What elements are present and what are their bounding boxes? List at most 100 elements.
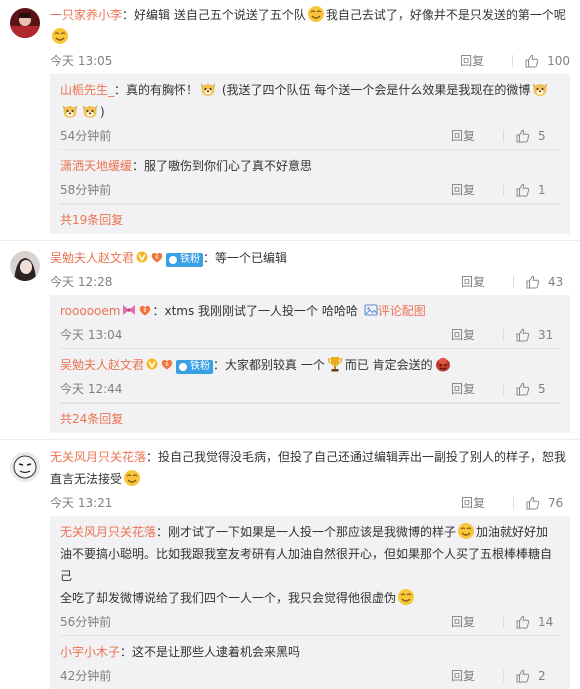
comment-image-label: 评论配图: [377, 304, 426, 318]
reply-text-part: 真的有胸怀！: [126, 83, 199, 97]
username[interactable]: 吴勉夫人赵文君: [60, 358, 144, 372]
bow-badge-icon: [122, 303, 136, 317]
username[interactable]: 潇洒天地缓缓: [60, 159, 132, 173]
avatar[interactable]: [10, 251, 40, 281]
username[interactable]: roooooem: [60, 304, 120, 318]
reply-list: roooooem ：xtms 我刚刚试了一人投一个 哈哈哈 评论配图 今天 13:…: [50, 295, 570, 433]
comment-meta: 今天 13:21 回复 76: [50, 490, 570, 516]
reply-button[interactable]: 回复: [451, 663, 503, 689]
divider: [513, 276, 514, 288]
reply-time: 今天 13:04: [60, 328, 123, 342]
like-count: 5: [538, 382, 546, 396]
reply-button[interactable]: 回复: [460, 48, 512, 74]
like-button[interactable]: 43: [526, 269, 570, 295]
comment-text: 吴勉夫人赵文君 铁粉 ：等一个已编辑: [50, 247, 570, 269]
divider: [503, 616, 504, 628]
divider: [503, 130, 504, 142]
level-heart-icon: [138, 303, 152, 317]
smile-emoji-icon: [457, 522, 475, 540]
avatar[interactable]: [10, 8, 40, 38]
comment-image-link[interactable]: 评论配图: [362, 304, 426, 318]
reply-text-part: 加油就好好加: [476, 525, 549, 539]
reply-item: 吴勉夫人赵文君 铁粉 ：大家都别较真 一个 而已 肯定会送的 今天 12:44 回复 …: [60, 349, 560, 403]
thumb-up-icon: [516, 382, 530, 396]
reply-actions: 回复 5: [451, 376, 560, 402]
username[interactable]: 无关风月只关花落: [60, 525, 156, 539]
colon: ：: [132, 159, 145, 173]
reply-text: 潇洒天地缓缓：服了嗷伤到你们心了真不好意思: [60, 155, 560, 177]
reply-meta: 54分钟前 回复 5: [60, 123, 560, 149]
reply-button[interactable]: 回复: [461, 269, 513, 295]
like-count: 2: [538, 669, 546, 683]
reply-item: roooooem ：xtms 我刚刚试了一人投一个 哈哈哈 评论配图 今天 13:…: [60, 295, 560, 349]
like-button[interactable]: 1: [516, 177, 560, 203]
smile-emoji-icon: [397, 588, 415, 606]
comment-text-line: [50, 26, 570, 48]
reply-text-part: 这不是让那些人逮着机会来黑吗: [132, 645, 301, 659]
like-button[interactable]: 31: [516, 322, 560, 348]
colon: ：: [213, 358, 226, 372]
like-button[interactable]: 14: [516, 609, 560, 635]
reply-meta: 56分钟前 回复 14: [60, 609, 560, 635]
reply-actions: 回复 1: [451, 177, 560, 203]
reply-meta: 今天 12:44 回复 5: [60, 376, 560, 402]
username[interactable]: 吴勉夫人赵文君: [50, 251, 134, 265]
comment-time: 今天 12:28: [50, 275, 113, 289]
like-button[interactable]: 2: [516, 663, 560, 689]
divider: [503, 184, 504, 196]
reply-actions: 回复 2: [451, 663, 560, 689]
reply-text: 无关风月只关花落：刚才试了一下如果是一人投一个那应该是我微博的样子 加油就好好加: [60, 521, 560, 543]
like-button[interactable]: 5: [516, 376, 560, 402]
reply-button[interactable]: 回复: [451, 177, 503, 203]
more-replies-link[interactable]: 共24条回复: [60, 403, 560, 433]
reply-button[interactable]: 回复: [451, 376, 503, 402]
reply-text: 吴勉夫人赵文君 铁粉 ：大家都别较真 一个 而已 肯定会送的: [60, 354, 560, 376]
thumb-up-icon: [526, 275, 540, 289]
reply-item: 无关风月只关花落：刚才试了一下如果是一人投一个那应该是我微博的样子 加油就好好加 …: [60, 516, 560, 636]
username[interactable]: 山栀先生_: [60, 83, 114, 97]
comment-item: 吴勉夫人赵文君 铁粉 ：等一个已编辑 今天 12:28 回复 43 roooooem…: [0, 241, 580, 440]
thumb-up-icon: [516, 183, 530, 197]
reply-actions: 回复 31: [451, 322, 560, 348]
dog-face-emoji-icon: [199, 80, 217, 98]
more-replies-link[interactable]: 共19条回复: [60, 204, 560, 234]
reply-button[interactable]: 回复: [451, 322, 503, 348]
reply-item: 山栀先生_：真的有胸怀！ (我送了四个队伍 每个送一个会是什么效果是我现在的微博…: [60, 74, 560, 150]
reply-text-part: (我送了四个队伍 每个送一个会是什么效果是我现在的微博: [218, 83, 531, 97]
like-button[interactable]: 100: [525, 48, 570, 74]
reply-time: 42分钟前: [60, 669, 112, 683]
comment-item: 一只家养小李：好编辑 送自己五个说送了五个队 我自己去试了，好像并不是只发送的第一…: [0, 0, 580, 241]
reply-time: 56分钟前: [60, 615, 112, 629]
thumb-up-icon: [526, 496, 540, 510]
comment-text-line: 直言无法接受: [50, 468, 570, 490]
reply-text-part: 大家都别较真 一个: [225, 358, 325, 372]
trophy-emoji-icon: [326, 355, 344, 373]
reply-text-part: xtms 我刚刚试了一人投一个 哈哈哈: [164, 304, 358, 318]
reply-text-part: 而已 肯定会送的: [344, 358, 433, 372]
reply-text-line: 油不要搞小聪明。比如我跟我室友考研有人加油自然很开心，但如果那个人买了五根棒棒糖…: [60, 543, 560, 587]
thumb-up-icon: [516, 669, 530, 683]
colon: ：: [152, 304, 165, 318]
divider: [503, 383, 504, 395]
username[interactable]: 一只家养小李: [50, 8, 122, 22]
comment-text-part: 投自己我觉得没毛病，但投了自己还通过编辑弄出一副投了别人的样子，恕我: [158, 450, 567, 464]
avatar[interactable]: [10, 452, 40, 482]
colon: ：: [203, 251, 216, 265]
reply-button[interactable]: 回复: [451, 123, 503, 149]
level-heart-icon: [160, 357, 174, 371]
reply-text-line: ): [60, 101, 560, 123]
divider: [503, 670, 504, 682]
reply-list: 无关风月只关花落：刚才试了一下如果是一人投一个那应该是我微博的样子 加油就好好加 …: [50, 516, 570, 689]
reply-time: 54分钟前: [60, 129, 112, 143]
level-heart-icon: [150, 250, 164, 264]
dog-face-emoji-icon: [61, 102, 79, 120]
like-button[interactable]: 5: [516, 123, 560, 149]
reply-button[interactable]: 回复: [461, 490, 513, 516]
smile-emoji-icon: [307, 5, 325, 23]
reply-text-part: 油不要搞小聪明。比如我跟我室友考研有人加油自然很开心，但如果那个人买了五根棒棒糖…: [60, 547, 553, 583]
reply-button[interactable]: 回复: [451, 609, 503, 635]
like-button[interactable]: 76: [526, 490, 570, 516]
username[interactable]: 小宇小木子: [60, 645, 120, 659]
comment-actions: 回复 100: [460, 48, 570, 74]
username[interactable]: 无关风月只关花落: [50, 450, 146, 464]
